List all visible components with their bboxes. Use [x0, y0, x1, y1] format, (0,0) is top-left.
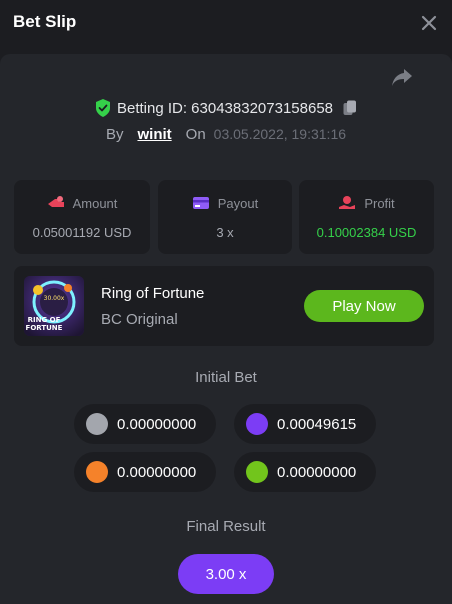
game-provider: BC Original [101, 311, 178, 328]
play-now-button[interactable]: Play Now [304, 290, 424, 322]
initial-bet-coin-4: 0.00000000 [234, 452, 376, 492]
profit-value: 0.10002384 USD [316, 225, 417, 240]
profit-label: Profit [364, 195, 395, 211]
coin-icon [246, 461, 268, 483]
coin-amount: 0.00000000 [117, 415, 197, 433]
coin-icon [86, 461, 108, 483]
bet-slip-header: Bet Slip [0, 0, 452, 46]
betting-id: Betting ID: 63043832073158658 [116, 99, 334, 117]
username-link[interactable]: winit [137, 126, 171, 143]
bettor-row: By winit On 03.05.2022, 19:31:16 [0, 124, 452, 144]
thumbnail-multiplier: 30.00x [44, 295, 65, 302]
page-title: Bet Slip [13, 12, 77, 31]
profit-icon [339, 196, 356, 209]
by-label: By [105, 125, 124, 143]
game-name: Ring of Fortune [101, 285, 205, 302]
game-card: 30.00x RING OF FORTUNE Ring of Fortune B… [14, 266, 434, 346]
coin-icon [246, 413, 268, 435]
coin-amount: 0.00000000 [277, 463, 357, 481]
close-icon[interactable] [418, 12, 440, 34]
thumbnail-title-line1: RING OF [28, 316, 61, 324]
betting-id-row: Betting ID: 63043832073158658 [0, 98, 452, 118]
amount-value: 0.05001192 USD [32, 225, 132, 240]
on-label: On [185, 125, 206, 143]
copy-icon[interactable] [343, 100, 357, 116]
initial-bet-coin-2: 0.00049615 [234, 404, 376, 444]
coin-icon [86, 413, 108, 435]
share-icon[interactable] [390, 66, 414, 88]
shield-check-icon [95, 99, 110, 117]
final-result-badge: 3.00 x [178, 554, 274, 594]
payout-icon [192, 197, 209, 209]
profit-card: Profit 0.10002384 USD [299, 180, 434, 254]
amount-label: Amount [72, 195, 118, 211]
initial-bet-coin-1: 0.00000000 [74, 404, 216, 444]
thumbnail-title-line2: FORTUNE [26, 324, 63, 332]
payout-card: Payout 3 x [158, 180, 292, 254]
initial-bet-coin-3: 0.00000000 [74, 452, 216, 492]
payout-value: 3 x [216, 225, 234, 240]
initial-bet-title: Initial Bet [195, 369, 257, 386]
final-result-title: Final Result [186, 518, 266, 535]
game-thumbnail[interactable]: 30.00x RING OF FORTUNE [24, 276, 84, 336]
coin-amount: 0.00049615 [277, 415, 357, 433]
amount-icon [47, 196, 64, 207]
amount-card: Amount 0.05001192 USD [14, 180, 150, 254]
payout-label: Payout [217, 195, 259, 211]
coin-amount: 0.00000000 [117, 463, 197, 481]
bet-date: 03.05.2022, 19:31:16 [213, 126, 347, 142]
